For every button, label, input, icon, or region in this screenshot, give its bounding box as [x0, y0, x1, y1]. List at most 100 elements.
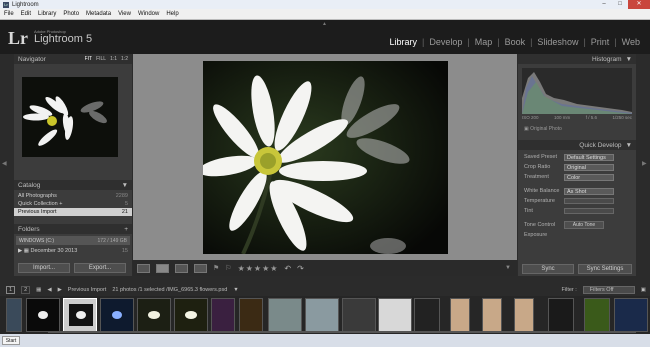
main-photo[interactable] [203, 61, 448, 254]
lr-logo: Lr [8, 28, 28, 48]
temperature-buttons[interactable] [564, 198, 614, 204]
forward-arrow-icon[interactable]: ▶ [58, 287, 62, 293]
module-slideshow[interactable]: Slideshow [533, 37, 582, 47]
close-icon[interactable]: ✕ [628, 0, 650, 9]
filmstrip-thumb[interactable] [6, 298, 22, 332]
loupe-view-icon[interactable] [156, 263, 169, 273]
folder-row[interactable]: ▶ ▦ December 30 2013 15 [14, 247, 132, 255]
tint-buttons[interactable] [564, 208, 614, 214]
menu-help[interactable]: Help [166, 11, 178, 17]
saved-preset-select[interactable]: Default Settings [564, 153, 614, 161]
filmstrip-thumb[interactable] [268, 298, 302, 332]
filter-lock-icon[interactable]: ▣ [641, 287, 646, 293]
navigator-preview[interactable] [22, 77, 118, 157]
maximize-icon[interactable]: □ [612, 0, 628, 9]
collapse-right-icon[interactable]: ▶ [642, 160, 647, 167]
filmstrip-thumb[interactable] [137, 298, 171, 332]
tint-row: Tint [518, 206, 636, 216]
page-2-button[interactable]: 2 [21, 285, 31, 294]
folders-header[interactable]: Folders + [14, 224, 132, 234]
zoom-fill[interactable]: FILL [96, 56, 106, 62]
filmstrip-thumb[interactable] [378, 298, 412, 332]
module-library[interactable]: Library [385, 37, 421, 47]
menu-window[interactable]: Window [138, 11, 159, 17]
catalog-collapse-icon[interactable]: ▼ [122, 182, 128, 189]
toolbar-menu-icon[interactable]: ▼ [505, 265, 511, 271]
menu-photo[interactable]: Photo [63, 11, 79, 17]
export-button[interactable]: Export... [74, 263, 126, 273]
back-arrow-icon[interactable]: ◀ [47, 287, 51, 293]
saved-preset-row: Saved Preset Default Settings [518, 152, 636, 162]
filmstrip-thumb[interactable] [100, 298, 134, 332]
zoom-1-1[interactable]: 1:1 [110, 56, 117, 62]
filmstrip-thumb[interactable] [414, 298, 440, 332]
title-bar: Lr Lightroom [0, 0, 650, 9]
menu-view[interactable]: View [118, 11, 131, 17]
import-button[interactable]: Import... [18, 263, 70, 273]
sync-settings-button[interactable]: Sync Settings [578, 264, 632, 274]
flag-icon[interactable]: ⚑ [213, 264, 219, 272]
filter-select[interactable]: Filters Off [582, 285, 635, 294]
module-develop[interactable]: Develop [425, 37, 466, 47]
filmstrip-thumb[interactable] [239, 298, 263, 332]
filmstrip-thumb[interactable] [548, 298, 574, 332]
filmstrip-thumb[interactable] [26, 298, 60, 332]
sync-button[interactable]: Sync [522, 264, 574, 274]
collapse-left-icon[interactable]: ◀ [2, 160, 7, 167]
catalog-item-quick[interactable]: Quick Collection + 5 [14, 200, 132, 208]
histogram-graph[interactable] [522, 68, 632, 114]
survey-view-icon[interactable] [194, 263, 207, 273]
filmstrip-scrollbar[interactable] [48, 331, 636, 333]
menu-edit[interactable]: Edit [21, 11, 31, 17]
rotate-right-icon[interactable]: ↷ [297, 264, 304, 273]
module-map[interactable]: Map [471, 37, 497, 47]
filmstrip-thumb[interactable] [305, 298, 339, 332]
compare-view-icon[interactable] [175, 263, 188, 273]
filmstrip-thumb[interactable] [482, 298, 502, 332]
filmstrip-thumb[interactable] [342, 298, 376, 332]
menu-file[interactable]: File [4, 11, 14, 17]
minimize-icon[interactable]: – [596, 0, 612, 9]
filmstrip-thumb[interactable] [450, 298, 470, 332]
star-rating-icon[interactable]: ★★★★★ [238, 264, 279, 273]
zoom-fit[interactable]: FIT [85, 56, 93, 62]
filmstrip-thumb-selected[interactable] [63, 298, 97, 332]
quick-develop-collapse-icon[interactable]: ▼ [626, 142, 632, 149]
module-print[interactable]: Print [587, 37, 614, 47]
crop-ratio-label: Crop Ratio [524, 164, 551, 170]
module-web[interactable]: Web [618, 37, 644, 47]
module-book[interactable]: Book [501, 37, 530, 47]
exposure-row: Exposure [518, 230, 636, 240]
catalog-item-all[interactable]: All Photographs 2289 [14, 192, 132, 200]
navigator-header[interactable]: Navigator FIT FILL 1:1 1:2 [14, 54, 132, 64]
auto-tone-button[interactable]: Auto Tone [564, 221, 604, 229]
filmstrip-thumb[interactable] [211, 298, 235, 332]
rotate-left-icon[interactable]: ↶ [284, 264, 291, 273]
histogram-collapse-icon[interactable]: ▼ [626, 56, 632, 63]
collapse-top-icon[interactable]: ▲ [322, 21, 327, 27]
filmstrip-source[interactable]: Previous Import [68, 287, 107, 293]
catalog-item-previous[interactable]: Previous Import 21 [14, 208, 132, 216]
filmstrip-thumb[interactable] [174, 298, 208, 332]
quick-develop-header[interactable]: Quick Develop ▼ [518, 140, 636, 150]
white-balance-select[interactable]: As Shot [564, 187, 614, 195]
original-photo-toggle[interactable]: ▣ Original Photo [524, 126, 562, 132]
volume-row[interactable]: WINDOWS (C:) 172 / 149 GB [16, 236, 130, 245]
crop-ratio-select[interactable]: Original [564, 163, 614, 171]
menu-metadata[interactable]: Metadata [86, 11, 111, 17]
filmstrip-thumb[interactable] [614, 298, 648, 332]
add-folder-icon[interactable]: + [124, 226, 128, 233]
start-button[interactable]: Start [2, 336, 20, 345]
filmstrip-thumb[interactable] [514, 298, 534, 332]
treatment-select[interactable]: Color [564, 173, 614, 181]
catalog-header[interactable]: Catalog ▼ [14, 180, 132, 190]
histogram-header[interactable]: Histogram ▼ [518, 54, 636, 64]
grid-icon[interactable]: ▦ [36, 287, 41, 293]
menu-library[interactable]: Library [38, 11, 56, 17]
filmstrip-thumb[interactable] [584, 298, 610, 332]
reject-flag-icon[interactable]: ⚐ [225, 264, 231, 272]
zoom-1-2[interactable]: 1:2 [121, 56, 128, 62]
page-1-button[interactable]: 1 [6, 285, 16, 294]
info-dropdown-icon[interactable]: ▼ [233, 287, 238, 293]
grid-view-icon[interactable] [137, 263, 150, 273]
